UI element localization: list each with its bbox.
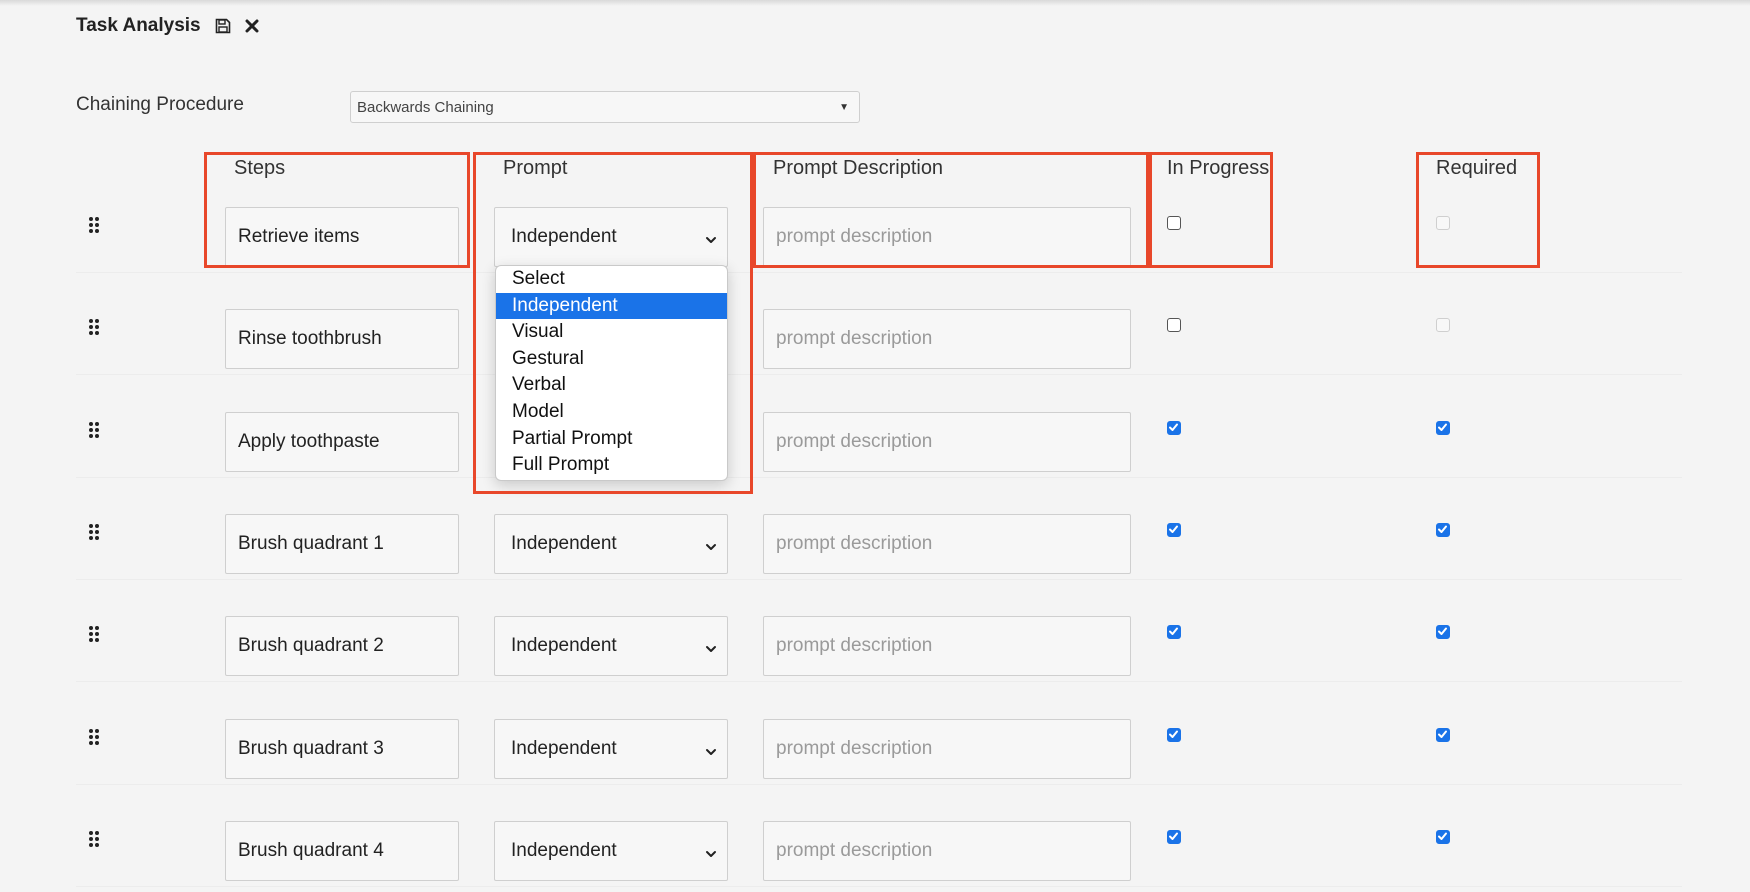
dropdown-option[interactable]: Verbal (496, 372, 727, 399)
prompt-select-value: Independent (511, 635, 617, 657)
chaining-procedure-value: Backwards Chaining (357, 98, 494, 116)
dropdown-option[interactable]: Visual (496, 319, 727, 346)
required-checkbox (1436, 216, 1450, 230)
required-checkbox[interactable] (1436, 829, 1450, 844)
prompt-select-value: Independent (511, 839, 617, 861)
step-input[interactable] (225, 207, 459, 267)
prompt-select[interactable]: Independent (494, 718, 728, 779)
dropdown-option[interactable]: Select (496, 266, 727, 293)
in-progress-checkbox[interactable] (1167, 420, 1181, 435)
caret-down-icon: ▼ (839, 102, 849, 113)
in-progress-checkbox[interactable] (1167, 727, 1181, 742)
drag-handle-icon[interactable] (89, 626, 99, 643)
drag-handle-icon[interactable] (89, 728, 99, 745)
chevron-down-icon (705, 844, 717, 866)
dropdown-option[interactable]: Gestural (496, 346, 727, 373)
prompt-description-input[interactable] (763, 616, 1131, 677)
prompt-select[interactable]: Independent (494, 820, 728, 881)
prompt-description-input[interactable] (763, 718, 1131, 779)
step-input[interactable] (225, 513, 459, 574)
drag-handle-icon[interactable] (89, 830, 99, 847)
dropdown-option[interactable]: Full Prompt (496, 452, 727, 479)
prompt-select[interactable]: Independent (494, 513, 728, 574)
chaining-procedure-label: Chaining Procedure (76, 94, 244, 115)
prompt-description-input[interactable] (763, 513, 1131, 574)
chaining-procedure-select[interactable]: Backwards Chaining ▼ (350, 91, 860, 123)
in-progress-checkbox[interactable] (1167, 216, 1181, 230)
drag-handle-icon[interactable] (89, 319, 99, 336)
chevron-down-icon (705, 639, 717, 661)
step-input[interactable] (225, 718, 459, 779)
prompt-select-value: Independent (511, 737, 617, 759)
dropdown-option[interactable]: Partial Prompt (496, 426, 727, 453)
step-input[interactable] (225, 820, 459, 881)
prompt-description-input[interactable] (763, 820, 1131, 881)
dropdown-option[interactable]: Independent (496, 292, 727, 320)
required-checkbox[interactable] (1436, 522, 1450, 537)
close-icon[interactable] (245, 19, 259, 33)
prompt-dropdown-menu: Select Independent Visual Gestural Verbal Mod… (495, 265, 728, 481)
page-header: Task Analysis (76, 14, 259, 38)
prompt-select[interactable]: Independent (494, 616, 728, 677)
top-shadow (0, 0, 1750, 6)
step-input[interactable] (225, 616, 459, 677)
prompt-description-input[interactable] (763, 207, 1131, 267)
prompt-select[interactable]: Independent (494, 207, 728, 267)
required-checkbox (1436, 318, 1450, 333)
chevron-down-icon (705, 230, 717, 252)
page-title: Task Analysis (76, 15, 201, 36)
drag-handle-icon[interactable] (89, 421, 99, 438)
step-input[interactable] (225, 309, 459, 370)
required-checkbox[interactable] (1436, 625, 1450, 640)
in-progress-checkbox[interactable] (1167, 318, 1181, 333)
save-icon[interactable] (215, 18, 231, 34)
prompt-select-value: Independent (511, 226, 617, 247)
in-progress-checkbox[interactable] (1167, 522, 1181, 537)
prompt-description-input[interactable] (763, 411, 1131, 472)
prompt-select-value: Independent (511, 532, 617, 554)
step-input[interactable] (225, 411, 459, 472)
drag-handle-icon[interactable] (89, 523, 99, 540)
dropdown-option[interactable]: Model (496, 399, 727, 426)
drag-handle-icon[interactable] (89, 217, 99, 233)
chevron-down-icon (705, 537, 717, 559)
in-progress-checkbox[interactable] (1167, 829, 1181, 844)
required-checkbox[interactable] (1436, 420, 1450, 435)
chevron-down-icon (705, 742, 717, 764)
required-checkbox[interactable] (1436, 727, 1450, 742)
prompt-description-input[interactable] (763, 309, 1131, 370)
in-progress-checkbox[interactable] (1167, 625, 1181, 640)
